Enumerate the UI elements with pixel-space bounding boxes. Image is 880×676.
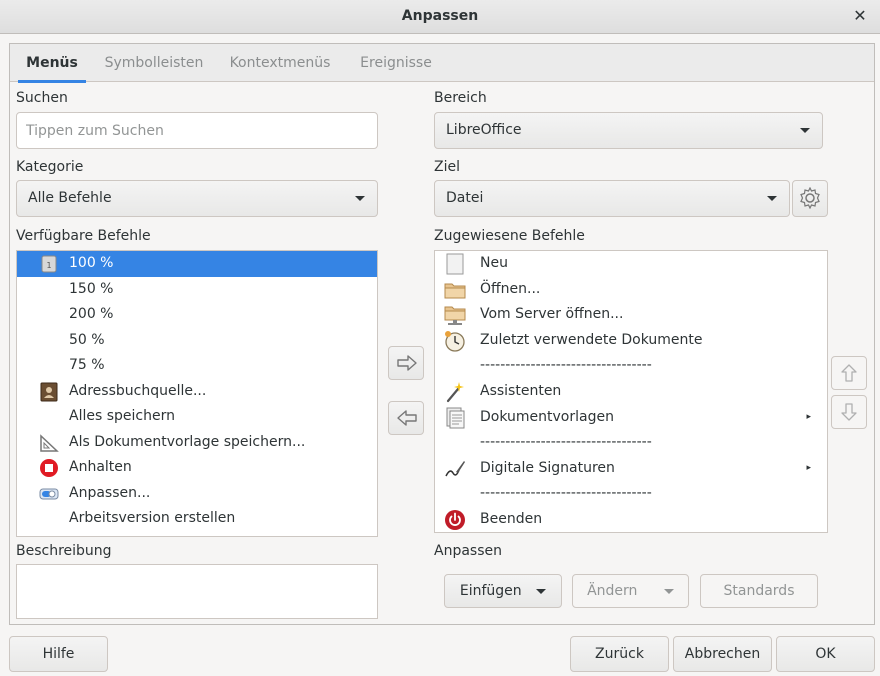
chevron-down-icon [355, 196, 365, 201]
assigned-commands-list[interactable]: Neu Öffnen... Vom Server öffnen... Zulet… [434, 250, 828, 533]
search-input[interactable] [16, 112, 378, 149]
arrow-down-icon [841, 403, 857, 421]
move-up-button[interactable] [831, 356, 867, 390]
description-textarea[interactable] [16, 564, 378, 619]
submenu-arrow-icon: ▸ [806, 411, 811, 422]
modify-button[interactable]: Ändern [572, 574, 689, 608]
new-document-icon [444, 253, 466, 275]
list-item[interactable]: 50 % [17, 328, 377, 354]
scope-value: LibreOffice [446, 122, 522, 138]
wizard-wand-icon [444, 381, 466, 403]
available-commands-label: Verfügbare Befehle [16, 228, 151, 244]
dialog-content: Menüs Symbolleisten Kontextmenüs Ereigni… [9, 43, 875, 625]
arrow-left-icon [397, 410, 417, 426]
recent-clock-icon [444, 330, 466, 352]
address-book-icon [39, 382, 59, 402]
available-commands-list[interactable]: 1 100 % 150 % 200 % 50 % 75 % Adressbuch… [16, 250, 378, 537]
scope-dropdown[interactable]: LibreOffice [434, 112, 823, 149]
list-item[interactable]: 75 % [17, 353, 377, 379]
category-dropdown[interactable]: Alle Befehle [16, 180, 378, 217]
chevron-down-icon [536, 588, 547, 594]
tab-bar: Menüs Symbolleisten Kontextmenüs Ereigni… [10, 44, 874, 83]
remove-command-button[interactable] [388, 401, 424, 435]
arrow-right-icon [397, 355, 417, 371]
template-triangle-icon [39, 433, 59, 453]
help-button[interactable]: Hilfe [9, 636, 108, 672]
list-item[interactable]: Alles speichern [17, 404, 377, 430]
target-dropdown[interactable]: Datei [434, 180, 790, 217]
gear-icon [800, 187, 820, 209]
list-item[interactable]: 150 % [17, 277, 377, 303]
customize-toggle-icon [39, 484, 59, 504]
reset-button[interactable]: Zurück [570, 636, 669, 672]
close-icon[interactable]: ✕ [850, 6, 870, 26]
svg-text:1: 1 [46, 261, 51, 270]
templates-icon [444, 407, 466, 429]
move-down-button[interactable] [831, 395, 867, 429]
list-item[interactable]: Dokumentvorlagen ▸ [435, 405, 827, 431]
tab-context-menus[interactable]: Kontextmenüs [226, 44, 334, 82]
list-item[interactable]: Neu [435, 251, 827, 277]
list-item[interactable]: Zuletzt verwendete Dokumente [435, 328, 827, 354]
list-item[interactable]: Anpassen... [17, 481, 377, 507]
list-item[interactable]: Vom Server öffnen... [435, 302, 827, 328]
list-item[interactable]: Öffnen... [435, 277, 827, 303]
ok-button[interactable]: OK [776, 636, 875, 672]
list-item[interactable]: 200 % [17, 302, 377, 328]
insert-button[interactable]: Einfügen [444, 574, 562, 608]
target-label: Ziel [434, 159, 460, 175]
scope-label: Bereich [434, 90, 487, 106]
separator-item[interactable]: ---------------------------------- [435, 430, 827, 456]
list-item[interactable]: Arbeitsversion erstellen [17, 506, 377, 532]
tab-menus[interactable]: Menüs [18, 44, 86, 83]
tab-toolbars[interactable]: Symbolleisten [100, 44, 208, 82]
title-bar: Anpassen ✕ [0, 0, 880, 34]
tab-events[interactable]: Ereignisse [355, 44, 437, 82]
target-value: Datei [446, 190, 484, 206]
chevron-down-icon [800, 128, 810, 133]
list-item[interactable]: Als Dokumentvorlage speichern... [17, 430, 377, 456]
add-command-button[interactable] [388, 346, 424, 380]
list-item[interactable]: 1 100 % [17, 251, 377, 277]
category-value: Alle Befehle [28, 190, 112, 206]
stop-icon [39, 458, 59, 478]
list-item[interactable]: Anhalten [17, 455, 377, 481]
cancel-button[interactable]: Abbrechen [673, 636, 772, 672]
separator-item[interactable]: ---------------------------------- [435, 353, 827, 379]
defaults-button[interactable]: Standards [700, 574, 818, 608]
list-item[interactable]: Adressbuchquelle... [17, 379, 377, 405]
description-label: Beschreibung [16, 543, 112, 559]
arrow-up-icon [841, 364, 857, 382]
list-item[interactable]: Assistenten [435, 379, 827, 405]
list-item[interactable]: Beenden [435, 507, 827, 532]
separator-item[interactable]: ---------------------------------- [435, 481, 827, 507]
folder-open-icon [444, 279, 466, 301]
window-title: Anpassen [401, 8, 479, 24]
signature-pen-icon [444, 458, 466, 480]
folder-remote-icon [444, 304, 466, 326]
zoom-100-icon: 1 [39, 254, 59, 274]
power-exit-icon [444, 509, 466, 531]
category-label: Kategorie [16, 159, 84, 175]
chevron-down-icon [767, 196, 777, 201]
chevron-down-icon [663, 588, 674, 594]
search-label: Suchen [16, 90, 68, 106]
target-settings-button[interactable] [792, 180, 828, 217]
assigned-commands-label: Zugewiesene Befehle [434, 228, 585, 244]
submenu-arrow-icon: ▸ [806, 462, 811, 473]
customize-label: Anpassen [434, 543, 502, 559]
list-item[interactable]: Digitale Signaturen ▸ [435, 456, 827, 482]
